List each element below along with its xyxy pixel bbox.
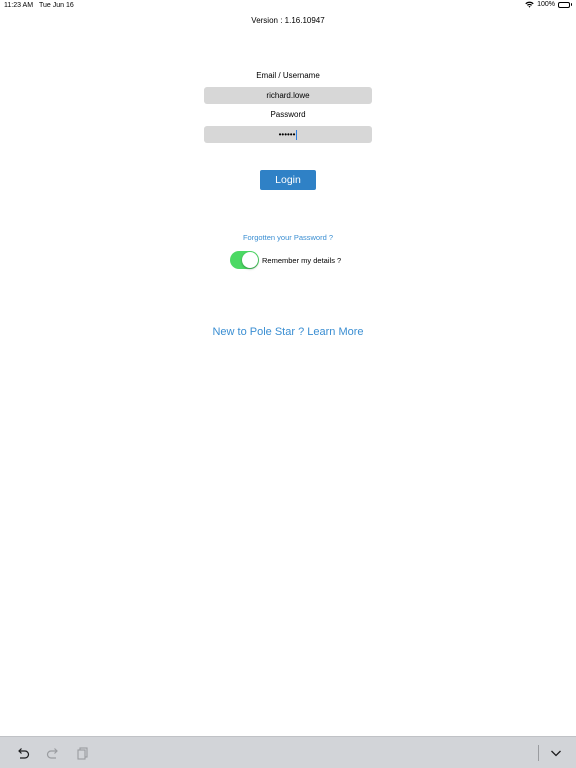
email-label: Email / Username — [256, 71, 320, 80]
text-caret — [296, 129, 298, 140]
toggle-knob — [242, 252, 258, 268]
status-time: 11:23 AM — [4, 2, 34, 9]
keyboard-shortcut-bar — [0, 736, 576, 768]
dismiss-keyboard-icon[interactable] — [548, 745, 564, 761]
forgot-password-link[interactable]: Forgotten your Password ? — [0, 233, 576, 242]
version-label: Version : 1.16.10947 — [251, 16, 325, 25]
status-right: 100% — [525, 1, 572, 8]
login-button[interactable]: Login — [260, 170, 316, 190]
login-screen: 11:23 AM Tue Jun 16 100% Version : 1.16.… — [0, 0, 576, 768]
status-bar: 11:23 AM Tue Jun 16 100% — [0, 0, 576, 12]
paste-icon[interactable] — [75, 745, 91, 761]
remember-me-row: Remember my details ? — [230, 251, 341, 269]
redo-icon[interactable] — [45, 745, 61, 761]
undo-icon[interactable] — [15, 745, 31, 761]
learn-more-link[interactable]: New to Pole Star ? Learn More — [0, 326, 576, 338]
email-field[interactable] — [204, 87, 372, 104]
status-date: Tue Jun 16 — [39, 2, 74, 9]
toolbar-divider — [538, 745, 539, 761]
password-label: Password — [270, 110, 306, 119]
password-masked-value: •••••• — [278, 130, 296, 139]
password-field[interactable]: •••••• — [204, 126, 372, 143]
remember-me-toggle[interactable] — [230, 251, 259, 269]
remember-me-label: Remember my details ? — [262, 255, 342, 265]
battery-percent: 100% — [537, 1, 555, 8]
wifi-icon — [525, 1, 534, 8]
battery-icon — [558, 1, 572, 8]
